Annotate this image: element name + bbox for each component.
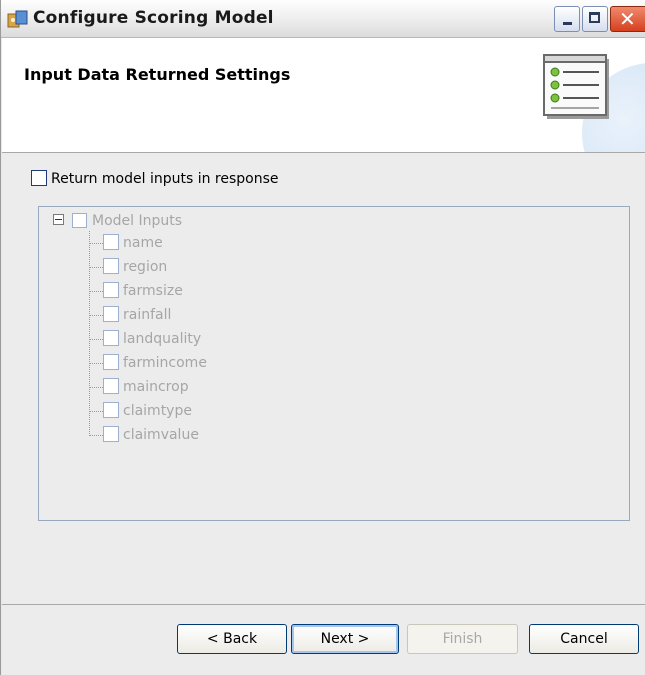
app-icon [7, 10, 28, 28]
tree-connector-branch [89, 315, 103, 316]
tree-connector [89, 231, 90, 436]
tree-item-maincrop[interactable]: maincrop [103, 375, 189, 399]
tree-connector-branch [89, 291, 103, 292]
next-button[interactable]: Next > [291, 624, 399, 654]
tree-connector-branch [89, 363, 103, 364]
tree-connector-branch [89, 387, 103, 388]
return-inputs-label: Return model inputs in response [51, 171, 279, 187]
close-icon: ✕ [619, 7, 636, 31]
tree-root-label: Model Inputs [92, 213, 183, 229]
tree-connector-branch [89, 243, 103, 244]
tree-connector-branch [89, 411, 103, 412]
tree-item-region[interactable]: region [103, 255, 167, 279]
tree-item-label: maincrop [123, 379, 189, 395]
settings-list-icon [543, 54, 609, 119]
tree-item-checkbox[interactable] [103, 378, 119, 394]
tree-item-checkbox[interactable] [103, 426, 119, 442]
configure-scoring-model-dialog: Configure Scoring Model ✕ Input Data Ret… [0, 0, 645, 675]
tree-item-checkbox[interactable] [103, 282, 119, 298]
cancel-button[interactable]: Cancel [529, 624, 639, 654]
tree-item-checkbox[interactable] [103, 234, 119, 250]
minimize-icon [563, 22, 572, 25]
tree-item-checkbox[interactable] [103, 306, 119, 322]
tree-connector-branch [89, 267, 103, 268]
tree-item-label: region [123, 259, 168, 275]
collapse-icon[interactable] [53, 213, 64, 225]
tree-item-landquality[interactable]: landquality [103, 327, 201, 351]
model-inputs-checkbox[interactable] [72, 212, 87, 228]
page-title: Input Data Returned Settings [24, 65, 291, 84]
tree-item-checkbox[interactable] [103, 258, 119, 274]
tree-item-label: farmsize [123, 283, 183, 299]
tree-connector-branch [89, 435, 103, 436]
tree-item-checkbox[interactable] [103, 354, 119, 370]
finish-button[interactable]: Finish [407, 624, 518, 654]
wizard-footer: < Back Next > Finish Cancel [2, 604, 645, 675]
wizard-content: Return model inputs in response Model In… [2, 153, 645, 604]
tree-item-farmincome[interactable]: farmincome [103, 351, 207, 375]
minimize-button[interactable] [554, 6, 580, 32]
return-inputs-option[interactable]: Return model inputs in response [31, 170, 279, 187]
tree-item-checkbox[interactable] [103, 330, 119, 346]
return-inputs-checkbox[interactable] [31, 170, 47, 186]
maximize-icon [589, 12, 600, 23]
tree-connector-branch [89, 339, 103, 340]
wizard-banner: Input Data Returned Settings [2, 38, 645, 153]
close-button[interactable]: ✕ [610, 6, 645, 32]
tree-item-claimvalue[interactable]: claimvalue [103, 423, 199, 447]
window-title: Configure Scoring Model [33, 8, 274, 28]
title-bar[interactable]: Configure Scoring Model ✕ [1, 0, 645, 38]
tree-item-checkbox[interactable] [103, 402, 119, 418]
tree-root-model-inputs[interactable]: Model Inputs [53, 212, 183, 229]
tree-item-claimtype[interactable]: claimtype [103, 399, 192, 423]
tree-item-label: claimvalue [123, 427, 199, 443]
tree-item-name[interactable]: name [103, 231, 163, 255]
tree-item-label: farmincome [123, 355, 207, 371]
tree-item-label: name [123, 235, 163, 251]
back-button[interactable]: < Back [177, 624, 287, 654]
tree-item-rainfall[interactable]: rainfall [103, 303, 171, 327]
tree-item-label: rainfall [123, 307, 172, 323]
tree-item-label: landquality [123, 331, 202, 347]
tree-item-label: claimtype [123, 403, 192, 419]
maximize-button[interactable] [582, 6, 608, 32]
model-inputs-tree[interactable]: Model Inputs name region farmsize rainfa… [38, 206, 630, 521]
tree-item-farmsize[interactable]: farmsize [103, 279, 183, 303]
